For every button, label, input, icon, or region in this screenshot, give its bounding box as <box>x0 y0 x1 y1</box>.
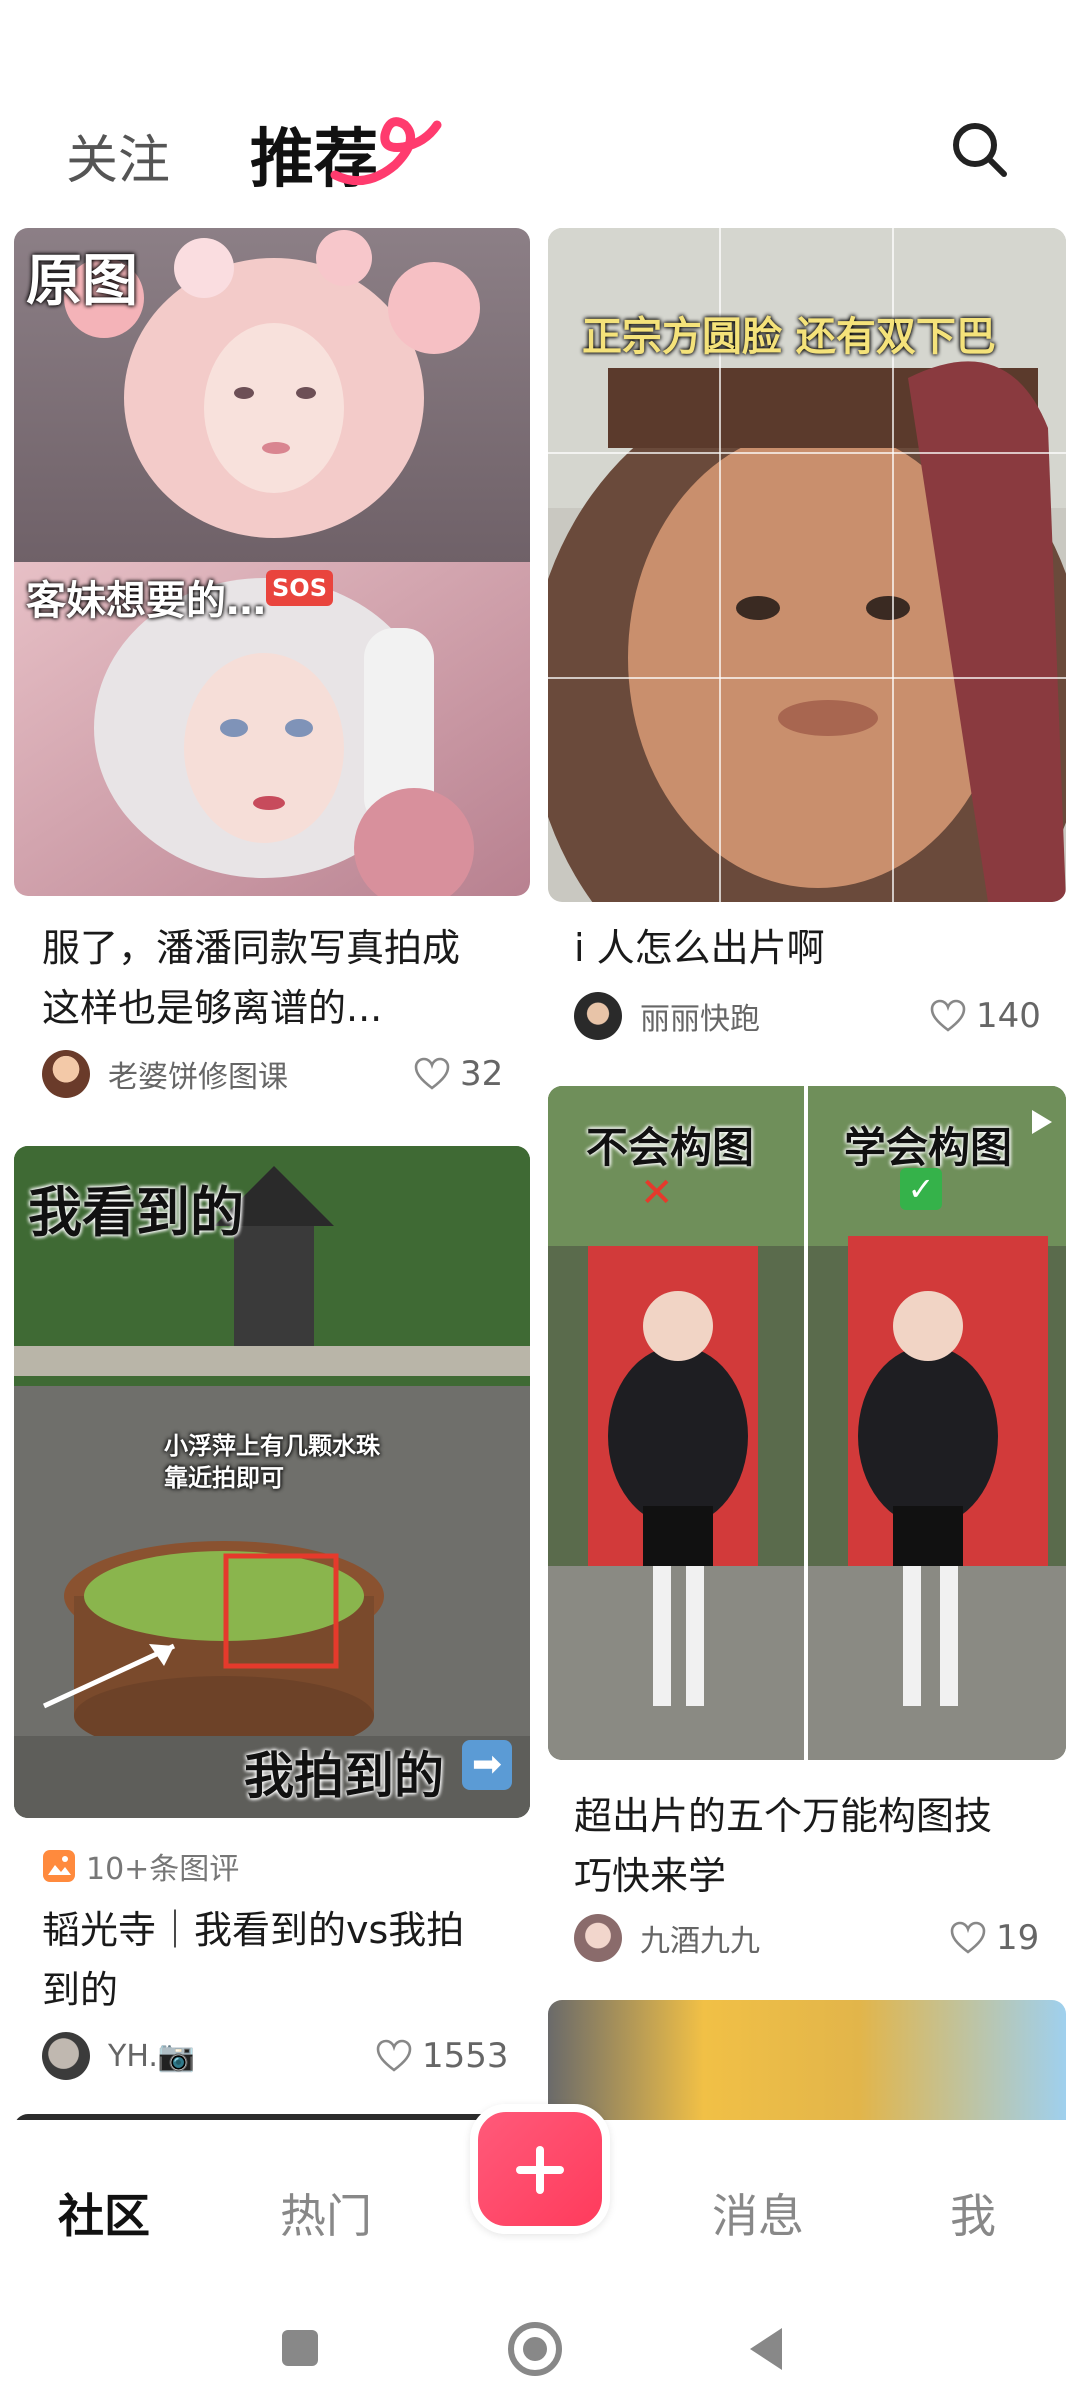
like-button[interactable]: 1553 <box>376 2036 509 2076</box>
back-button[interactable] <box>746 2326 786 2372</box>
image-review-badge: 10+条图评 <box>42 1844 239 1888</box>
cover-overlay-text: 我拍到的 <box>244 1747 444 1805</box>
feed-card[interactable]: 正宗方圆脸 还有双下巴 i 人怎么出片啊 丽丽快跑 140 <box>540 0 1080 1080</box>
card-title[interactable]: 超出片的五个万能构图技 巧快来学 <box>574 1786 1054 1906</box>
cover-overlay-text: 学会构图 <box>844 1123 1013 1172</box>
card-title[interactable]: 韬光寺｜我看到的vs我拍 到的 <box>42 1900 522 2020</box>
card-cover-image[interactable]: 原图 客妹想要的… SOS <box>14 228 530 896</box>
author-name: 九酒九九 <box>640 1924 760 1959</box>
author-info[interactable]: 丽丽快跑 <box>574 992 760 1040</box>
system-navigation-bar <box>0 2300 1080 2400</box>
feed-card[interactable]: 我看到的 小浮萍上有几颗水珠 靠近拍即可 我拍到的 ➡ 10+条图评 韬光寺｜我… <box>0 1120 540 2080</box>
like-button[interactable]: 32 <box>414 1054 503 1094</box>
like-count: 1553 <box>422 2036 509 2076</box>
author-name: YH.📷 <box>108 2038 196 2074</box>
nav-hot[interactable]: 热门 <box>280 2180 372 2246</box>
arrow-right-icon: ➡ <box>462 1740 512 1790</box>
heart-icon <box>376 2039 412 2072</box>
cover-overlay-text: 小浮萍上有几颗水珠 <box>164 1432 380 1460</box>
cover-overlay-text: 客妹想要的… <box>26 578 266 624</box>
cover-overlay-text: 正宗方圆脸 还有双下巴 <box>582 314 996 360</box>
cover-overlay-text: 原图 <box>26 249 138 314</box>
avatar[interactable] <box>42 1050 90 1098</box>
author-name: 老婆饼修图课 <box>108 1060 288 1095</box>
cover-overlay-text: 我看到的 <box>28 1181 244 1244</box>
cover-illustration <box>548 1086 1066 1760</box>
nav-community[interactable]: 社区 <box>58 2180 150 2246</box>
card-title[interactable]: 服了，潘潘同款写真拍成 这样也是够离谱的... <box>42 918 522 1038</box>
recent-apps-button[interactable] <box>282 2330 318 2366</box>
card-cover-image[interactable]: 不会构图 学会构图 ✕ ✓ <box>548 1086 1066 1760</box>
like-count: 19 <box>996 1918 1040 1958</box>
create-post-button[interactable] <box>470 2104 610 2234</box>
image-icon <box>43 1850 75 1882</box>
avatar[interactable] <box>574 1914 622 1962</box>
home-button[interactable] <box>508 2322 562 2376</box>
cover-overlay-text: 靠近拍即可 <box>164 1464 284 1492</box>
author-info[interactable]: YH.📷 <box>42 2032 195 2080</box>
like-button[interactable]: 19 <box>950 1918 1039 1958</box>
card-cover-image[interactable] <box>548 2000 1066 2130</box>
author-info[interactable]: 老婆饼修图课 <box>42 1050 288 1098</box>
card-title[interactable]: i 人怎么出片啊 <box>574 918 1054 978</box>
feed-card[interactable]: 不会构图 学会构图 ✕ ✓ 超出片的五个万能构图技 巧快来学 九酒九九 19 <box>540 1080 1080 1980</box>
avatar[interactable] <box>574 992 622 1040</box>
heart-icon <box>414 1057 450 1090</box>
cross-icon: ✕ <box>640 1170 674 1216</box>
heart-icon <box>950 1921 986 1954</box>
like-count: 32 <box>460 1054 504 1094</box>
cover-illustration <box>14 228 530 896</box>
like-button[interactable]: 140 <box>930 996 1041 1036</box>
plus-icon <box>536 2146 544 2194</box>
home-dot <box>523 2337 547 2361</box>
feed-card[interactable]: 原图 客妹想要的… SOS 服了，潘潘同款写真拍成 这样也是够离谱的... 老婆… <box>0 0 540 1120</box>
nav-me[interactable]: 我 <box>950 2180 996 2246</box>
author-name: 丽丽快跑 <box>640 1002 760 1037</box>
cover-overlay-text: 不会构图 <box>586 1123 755 1172</box>
card-cover-image[interactable]: 正宗方圆脸 还有双下巴 <box>548 228 1066 902</box>
avatar[interactable] <box>42 2032 90 2080</box>
heart-icon <box>930 999 966 1032</box>
card-cover-image[interactable]: 我看到的 小浮萍上有几颗水珠 靠近拍即可 我拍到的 ➡ <box>14 1146 530 1818</box>
author-info[interactable]: 九酒九九 <box>574 1914 760 1962</box>
play-icon <box>1032 1110 1052 1134</box>
check-icon: ✓ <box>900 1168 942 1210</box>
sos-badge: SOS <box>266 570 333 606</box>
nav-messages[interactable]: 消息 <box>712 2180 804 2246</box>
like-count: 140 <box>976 996 1041 1036</box>
